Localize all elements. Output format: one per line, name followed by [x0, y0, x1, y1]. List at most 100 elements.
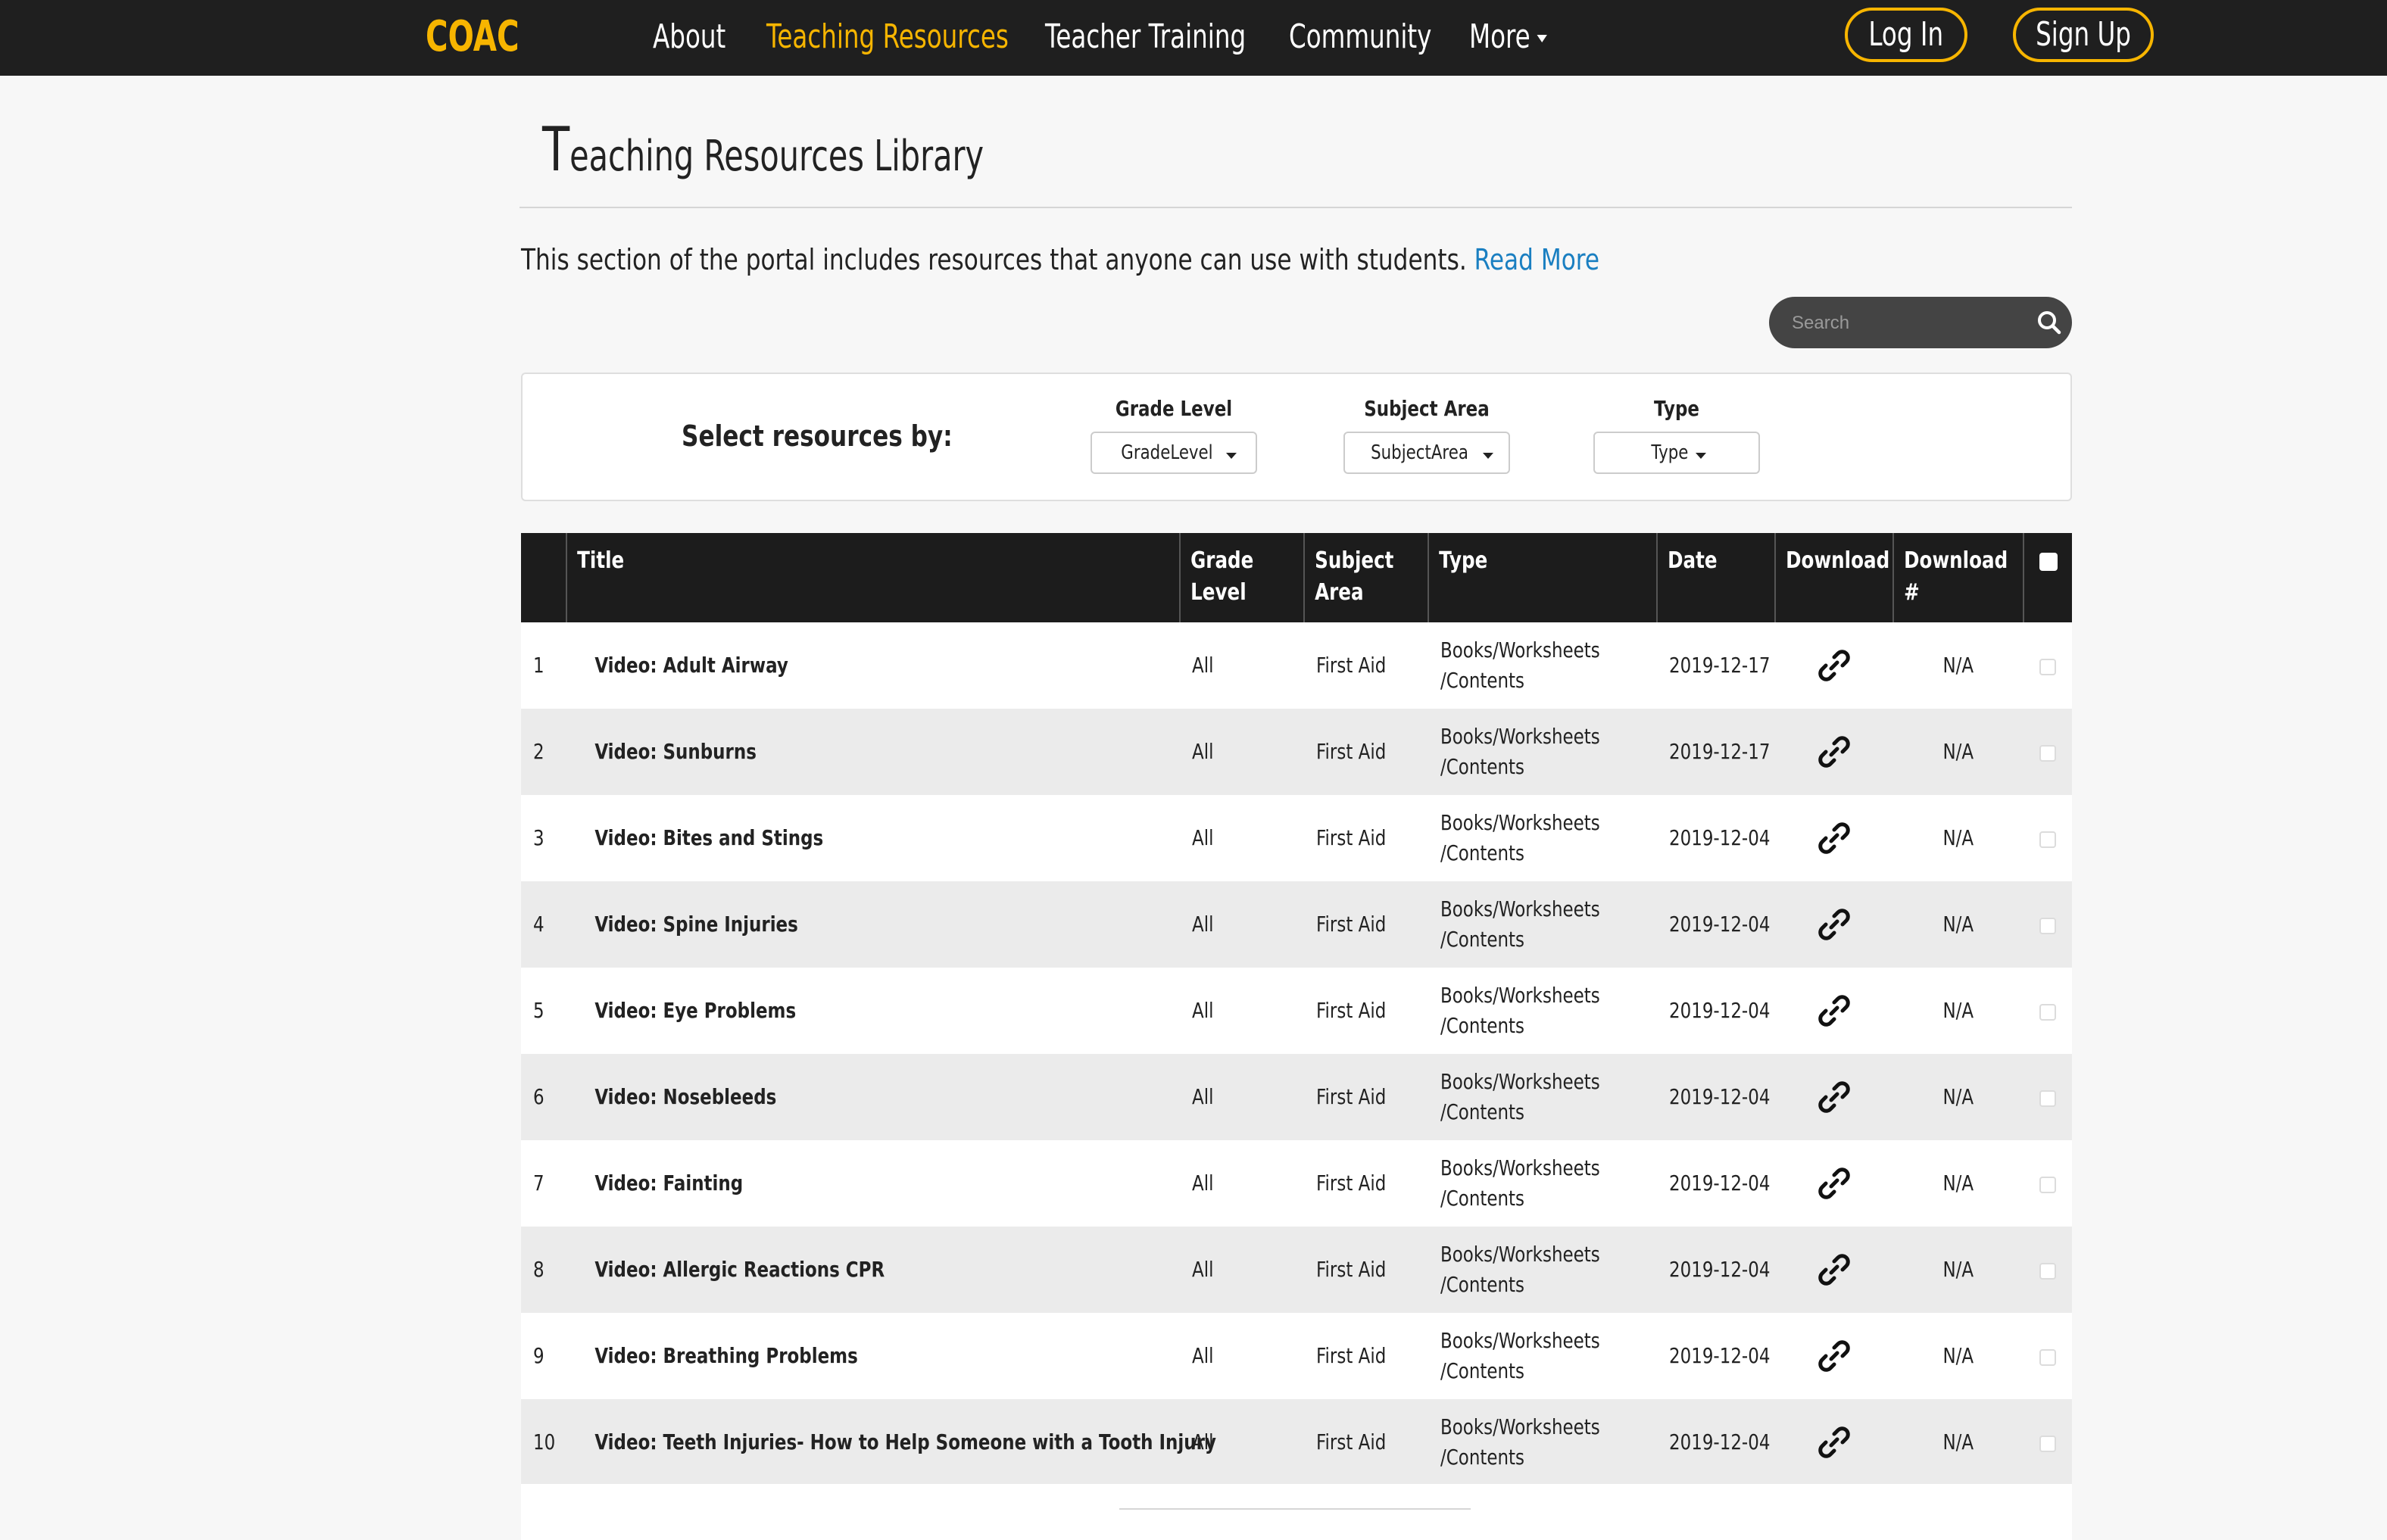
row-download[interactable] — [1775, 968, 1893, 1054]
row-checkbox[interactable] — [2039, 1090, 2056, 1107]
nav-about[interactable]: About — [653, 12, 725, 62]
nav-community[interactable]: Community — [1289, 12, 1431, 62]
row-select[interactable] — [2023, 1140, 2072, 1227]
row-checkbox[interactable] — [2039, 1176, 2056, 1193]
table-row[interactable]: 4 Video: Spine Injuries All First Aid Books/… — [521, 881, 2072, 968]
link-icon[interactable] — [1815, 1251, 1853, 1289]
row-select[interactable] — [2023, 1054, 2072, 1140]
row-select[interactable] — [2023, 622, 2072, 709]
row-checkbox[interactable] — [2039, 1003, 2056, 1021]
link-icon[interactable] — [1815, 819, 1853, 857]
row-download[interactable] — [1775, 1227, 1893, 1313]
col-header-grade[interactable]: Grade Level — [1179, 533, 1304, 622]
row-select[interactable] — [2023, 795, 2072, 881]
row-grade: All — [1180, 1227, 1304, 1313]
row-select[interactable] — [2023, 881, 2072, 968]
row-title[interactable]: Video: Spine Injuries — [566, 881, 1180, 968]
row-title[interactable]: Video: Allergic Reactions CPR — [566, 1227, 1180, 1313]
brand-logo[interactable]: COAC — [426, 11, 520, 64]
link-icon[interactable] — [1815, 1078, 1853, 1116]
row-download[interactable] — [1775, 1313, 1893, 1399]
col-header-subject[interactable]: Subject Area — [1303, 533, 1428, 622]
row-checkbox[interactable] — [2039, 1348, 2056, 1366]
row-select[interactable] — [2023, 1399, 2072, 1485]
table-row[interactable]: 8 Video: Allergic Reactions CPR All First A… — [521, 1227, 2072, 1313]
row-title[interactable]: Video: Sunburns — [566, 709, 1180, 795]
row-checkbox[interactable] — [2039, 1435, 2056, 1452]
table-row[interactable]: 5 Video: Eye Problems All First Aid Books/Wo… — [521, 968, 2072, 1054]
row-type: Books/Worksheets /Contents — [1428, 881, 1657, 968]
row-type: Books/Worksheets /Contents — [1428, 1054, 1657, 1140]
table-body: 1 Video: Adult Airway All First Aid Books/Wo… — [521, 622, 2072, 1485]
search-box[interactable] — [1769, 297, 2072, 348]
chevron-down-icon — [1537, 35, 1547, 42]
search-icon[interactable] — [2036, 309, 2063, 336]
row-checkbox[interactable] — [2039, 744, 2056, 762]
table-header-row: Title Grade Level Subject Area Type Date… — [521, 533, 2072, 622]
col-header-download[interactable]: Download — [1774, 533, 1893, 622]
row-title[interactable]: Video: Fainting — [566, 1140, 1180, 1227]
row-download[interactable] — [1775, 709, 1893, 795]
row-title[interactable]: Video: Nosebleeds — [566, 1054, 1180, 1140]
row-download[interactable] — [1775, 1399, 1893, 1485]
filter-type-label: Type — [1654, 396, 1699, 421]
row-download-count: N/A — [1893, 709, 2023, 795]
grade-level-dropdown[interactable]: GradeLevel — [1091, 432, 1257, 474]
row-subject: First Aid — [1304, 1399, 1428, 1485]
row-download[interactable] — [1775, 881, 1893, 968]
link-icon[interactable] — [1815, 906, 1853, 943]
row-download[interactable] — [1775, 1054, 1893, 1140]
pagination-divider — [1119, 1508, 1471, 1510]
row-title[interactable]: Video: Bites and Stings — [566, 795, 1180, 881]
row-select[interactable] — [2023, 709, 2072, 795]
row-download[interactable] — [1775, 622, 1893, 709]
row-date: 2019-12-04 — [1657, 1399, 1775, 1485]
table-row[interactable]: 1 Video: Adult Airway All First Aid Books/Wo… — [521, 622, 2072, 709]
nav-teacher-training[interactable]: Teacher Training — [1045, 12, 1246, 62]
row-checkbox[interactable] — [2039, 658, 2056, 675]
type-dropdown[interactable]: Type — [1593, 432, 1760, 474]
row-select[interactable] — [2023, 1227, 2072, 1313]
row-download-count: N/A — [1893, 795, 2023, 881]
nav-teaching-resources[interactable]: Teaching Resources — [766, 12, 1009, 62]
row-number: 1 — [521, 622, 566, 709]
read-more-link[interactable]: Read More — [1474, 243, 1599, 276]
table-row[interactable]: 2 Video: Sunburns All First Aid Books/Worksh… — [521, 709, 2072, 795]
row-title[interactable]: Video: Teeth Injuries- How to Help Someo… — [566, 1399, 1216, 1485]
signup-button[interactable]: Sign Up — [2013, 8, 2154, 62]
row-checkbox[interactable] — [2039, 917, 2056, 934]
link-icon[interactable] — [1815, 992, 1853, 1030]
table-row[interactable]: 10 Video: Teeth Injuries- How to Help Som… — [521, 1399, 2072, 1485]
nav-more-dropdown[interactable]: More — [1469, 12, 1547, 62]
row-checkbox[interactable] — [2039, 1262, 2056, 1280]
link-icon[interactable] — [1815, 1337, 1853, 1375]
link-icon[interactable] — [1815, 1164, 1853, 1202]
table-row[interactable]: 9 Video: Breathing Problems All First Aid Bo… — [521, 1313, 2072, 1399]
row-download-count: N/A — [1893, 968, 2023, 1054]
link-icon[interactable] — [1815, 1423, 1853, 1461]
table-row[interactable]: 6 Video: Nosebleeds All First Aid Books/Work… — [521, 1054, 2072, 1140]
page-title-rest: eaching Resources Library — [569, 132, 984, 181]
table-row[interactable]: 7 Video: Fainting All First Aid Books/Worksh… — [521, 1140, 2072, 1227]
row-title[interactable]: Video: Eye Problems — [566, 968, 1180, 1054]
row-checkbox[interactable] — [2039, 831, 2056, 848]
row-subject: First Aid — [1304, 1054, 1428, 1140]
filter-label: Select resources by: — [682, 419, 953, 453]
row-title[interactable]: Video: Breathing Problems — [566, 1313, 1180, 1399]
subject-area-dropdown[interactable]: SubjectArea — [1343, 432, 1510, 474]
row-select[interactable] — [2023, 968, 2072, 1054]
col-header-title[interactable]: Title — [566, 533, 1180, 622]
row-download[interactable] — [1775, 1140, 1893, 1227]
row-title[interactable]: Video: Adult Airway — [566, 622, 1180, 709]
login-button[interactable]: Log In — [1845, 8, 1967, 62]
col-header-date[interactable]: Date — [1656, 533, 1775, 622]
row-number: 7 — [521, 1140, 566, 1227]
grade-level-value: GradeLevel — [1121, 441, 1213, 464]
link-icon[interactable] — [1815, 647, 1853, 684]
search-input[interactable] — [1790, 304, 2020, 342]
table-row[interactable]: 3 Video: Bites and Stings All First Aid Book… — [521, 795, 2072, 881]
row-select[interactable] — [2023, 1313, 2072, 1399]
row-download[interactable] — [1775, 795, 1893, 881]
col-header-download-count[interactable]: Download # — [1892, 533, 2023, 622]
link-icon[interactable] — [1815, 733, 1853, 771]
